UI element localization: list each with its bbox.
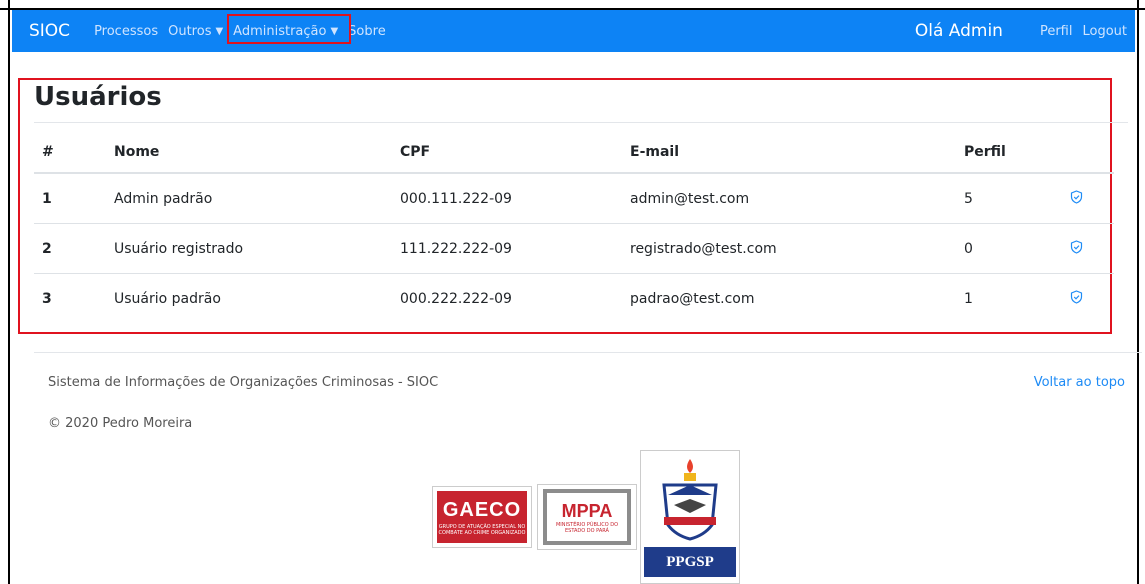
table-row: 2 Usuário registrado 111.222.222-09 regi… — [34, 223, 1114, 274]
cell-perfil: 0 — [964, 223, 1070, 274]
ppgsp-logo: PPGSP — [640, 450, 740, 584]
mppa-logo: MPPA MINISTÉRIO PÚBLICO DO ESTADO DO PAR… — [537, 484, 637, 550]
nav-processos-label: Processos — [94, 23, 159, 39]
caret-down-icon: ▼ — [215, 25, 224, 37]
navbar-right: Olá Admin Perfil Logout — [915, 21, 1135, 41]
col-header-email: E-mail — [630, 132, 964, 174]
nav-administracao-dropdown[interactable]: Administração ▼ — [227, 13, 352, 44]
nav-sobre[interactable]: Sobre — [348, 24, 386, 39]
back-to-top-link[interactable]: Voltar ao topo — [1034, 375, 1125, 390]
mppa-logo-mark: MPPA MINISTÉRIO PÚBLICO DO ESTADO DO PAR… — [543, 489, 631, 545]
gaeco-logo-subtitle: GRUPO DE ATUAÇÃO ESPECIAL NO COMBATE AO … — [438, 523, 526, 536]
greeting: Olá Admin — [914, 21, 1003, 41]
screenshot-frame-left — [0, 0, 10, 584]
caret-down-icon: ▼ — [330, 25, 339, 37]
cell-perfil: 5 — [964, 173, 1070, 224]
nav-outros-dropdown[interactable]: Outros ▼ — [168, 24, 223, 39]
col-header-actions — [1070, 132, 1114, 174]
nav-administracao-label: Administração — [233, 23, 327, 39]
cell-number: 1 — [34, 173, 114, 224]
cell-nome: Admin padrão — [114, 173, 400, 224]
col-header-nome: Nome — [114, 132, 400, 174]
shield-check-icon[interactable] — [1070, 189, 1083, 208]
cell-email: registrado@test.com — [630, 223, 964, 274]
profile-link[interactable]: Perfil — [1040, 24, 1073, 39]
logout-link[interactable]: Logout — [1082, 24, 1127, 39]
footer-copyright: © 2020 Pedro Moreira — [48, 416, 193, 431]
gaeco-logo: GAECO GRUPO DE ATUAÇÃO ESPECIAL NO COMBA… — [432, 486, 532, 548]
page-title: Usuários — [34, 82, 162, 112]
cell-perfil: 1 — [964, 290, 973, 307]
col-header-cpf: CPF — [400, 132, 630, 174]
nav-sobre-label: Sobre — [348, 23, 386, 39]
cell-number: 3 — [42, 290, 52, 307]
cell-email: admin@test.com — [630, 173, 964, 224]
university-emblem-icon — [662, 459, 718, 541]
ppgsp-logo-text: PPGSP — [644, 547, 736, 577]
cell-cpf: 111.222.222-09 — [400, 223, 630, 274]
col-header-number: # — [34, 132, 114, 174]
gaeco-logo-text: GAECO — [442, 498, 522, 521]
nav-outros-label: Outros — [168, 23, 212, 39]
table-header-row: # Nome CPF E-mail Perfil — [34, 132, 1114, 174]
cell-nome: Usuário registrado — [114, 223, 400, 274]
screenshot-frame-right — [1137, 0, 1145, 584]
brand-link[interactable]: SIOC — [29, 21, 70, 41]
cell-cpf: 000.222.222-09 — [400, 290, 512, 307]
shield-check-icon[interactable] — [1070, 239, 1083, 258]
cell-email: padrao@test.com — [630, 290, 755, 307]
gaeco-logo-mark: GAECO GRUPO DE ATUAÇÃO ESPECIAL NO COMBA… — [437, 491, 527, 543]
cell-nome: Usuário padrão — [114, 290, 221, 307]
table-row: 3 Usuário padrão 000.222.222-09 padrao@t… — [34, 274, 1114, 324]
col-header-perfil: Perfil — [964, 132, 1070, 174]
footer-system-name: Sistema de Informações de Organizações C… — [48, 375, 439, 390]
shield-check-icon[interactable] — [1070, 289, 1083, 308]
table-row: 1 Admin padrão 000.111.222-09 admin@test… — [34, 173, 1114, 224]
nav-processos[interactable]: Processos — [94, 24, 158, 39]
cell-cpf: 000.111.222-09 — [400, 173, 630, 224]
mppa-logo-subtitle: MINISTÉRIO PÚBLICO DO ESTADO DO PARÁ — [555, 521, 619, 534]
cell-actions — [1070, 274, 1114, 324]
cell-actions — [1070, 173, 1114, 224]
mppa-logo-text: MPPA — [561, 500, 613, 521]
top-navbar: SIOC Processos Outros ▼ Administração ▼ So… — [12, 10, 1135, 52]
users-table: # Nome CPF E-mail Perfil 1 Admin padrão … — [34, 132, 1114, 323]
cell-number: 2 — [34, 223, 114, 274]
title-divider — [34, 122, 1128, 123]
footer-divider — [34, 352, 1142, 353]
cell-actions — [1070, 223, 1114, 274]
